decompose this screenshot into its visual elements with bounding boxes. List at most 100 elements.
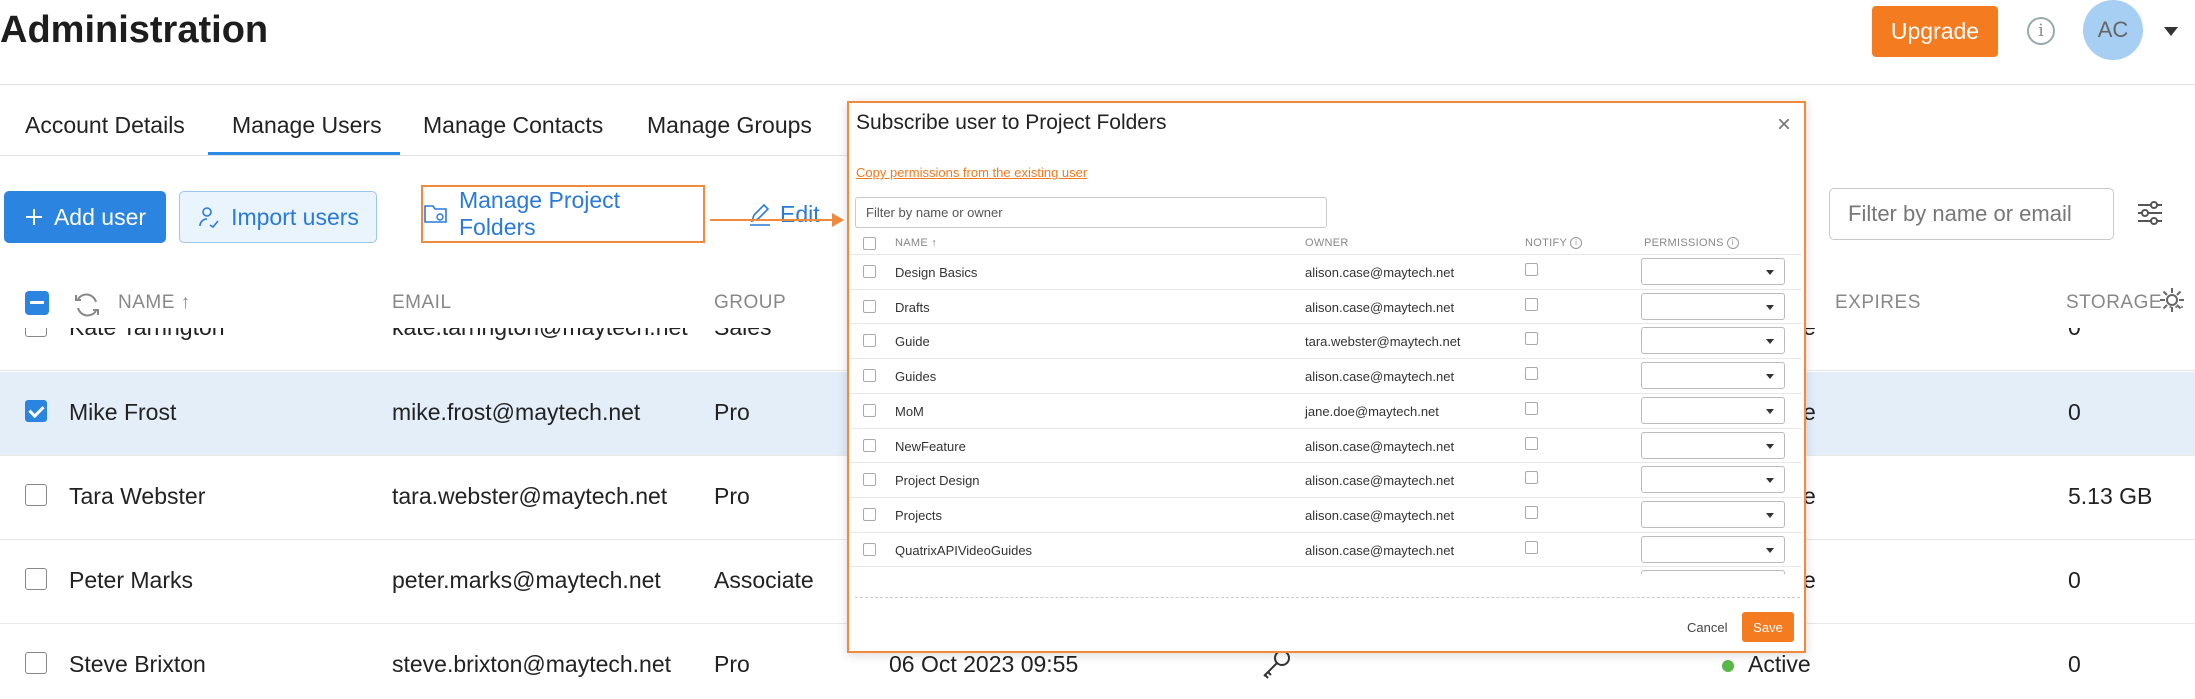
row-checkbox[interactable] [25, 484, 47, 506]
permissions-dropdown[interactable] [1641, 500, 1785, 528]
folder-checkbox[interactable] [863, 542, 876, 556]
info-icon[interactable]: i [1726, 237, 1739, 249]
close-icon[interactable]: × [1777, 111, 1791, 139]
folder-row[interactable]: MoM jane.doe@maytech.net [849, 392, 1802, 428]
column-header-notify: NOTIFY i [1525, 237, 1583, 249]
folder-checkbox[interactable] [863, 369, 876, 383]
column-header-name[interactable]: NAME ↑ [895, 237, 937, 249]
sliders-icon[interactable] [2135, 198, 2165, 228]
notify-checkbox[interactable] [1525, 505, 1538, 519]
folder-row[interactable]: Guides alison.case@maytech.net [849, 358, 1802, 393]
plus-icon [25, 209, 42, 225]
user-group: Associate [714, 567, 814, 593]
row-checkbox[interactable] [25, 328, 47, 337]
user-storage: 5.13 GB [2068, 483, 2153, 509]
select-all-folders-checkbox[interactable] [863, 237, 876, 250]
folder-checkbox[interactable] [863, 334, 876, 348]
row-checkbox[interactable] [25, 652, 47, 674]
user-date: 06 Oct 2023 09:55 [889, 651, 1079, 677]
user-group: Sales [714, 328, 772, 341]
add-user-button[interactable]: Add user [4, 191, 166, 243]
info-icon[interactable]: i [1570, 237, 1583, 249]
info-icon[interactable]: i [2027, 17, 2055, 45]
permissions-header-label: PERMISSIONS [1644, 237, 1724, 249]
copy-permissions-link[interactable]: Copy permissions from the existing user [856, 165, 1087, 180]
folder-row[interactable]: QuatrixAPIVideoGuides alison.case@maytec… [849, 531, 1802, 567]
folder-checkbox[interactable] [863, 299, 876, 313]
notify-checkbox[interactable] [1525, 471, 1538, 485]
gear-icon[interactable] [2157, 285, 2187, 315]
folder-row[interactable]: NewFeature alison.case@maytech.net [849, 427, 1802, 463]
column-header-expires[interactable]: EXPIRES [1835, 292, 1921, 314]
folder-row[interactable]: Projects alison.case@maytech.net [849, 496, 1802, 532]
tab-manage-groups[interactable]: Manage Groups [647, 112, 812, 139]
folder-owner: alison.case@maytech.net [1305, 473, 1455, 489]
column-header-owner: OWNER [1305, 237, 1349, 249]
permissions-dropdown[interactable] [1641, 535, 1785, 563]
permissions-dropdown[interactable] [1641, 466, 1785, 494]
folder-name: Guides [895, 369, 937, 385]
notify-checkbox[interactable] [1525, 436, 1538, 450]
permissions-dropdown[interactable] [1641, 396, 1785, 424]
permissions-dropdown[interactable] [1641, 292, 1785, 320]
save-button[interactable]: Save [1742, 612, 1794, 642]
row-checkbox[interactable] [25, 568, 47, 590]
user-name: Peter Marks [69, 567, 193, 593]
folder-name: Design Basics [895, 265, 978, 280]
folder-checkbox[interactable] [863, 438, 876, 452]
folder-row[interactable]: Drafts alison.case@maytech.net [849, 288, 1802, 324]
permissions-dropdown[interactable] [1641, 327, 1785, 355]
upgrade-button[interactable]: Upgrade [1872, 6, 1998, 57]
filter-users-input[interactable] [1829, 188, 2114, 240]
column-header-permissions: PERMISSIONS i [1644, 237, 1739, 249]
manage-project-folders-button[interactable]: Manage Project Folders [421, 185, 705, 243]
row-checkbox[interactable] [25, 400, 47, 422]
permissions-dropdown[interactable] [1641, 431, 1785, 459]
cancel-button[interactable]: Cancel [1687, 620, 1727, 635]
user-storage: 0 [2068, 567, 2081, 593]
folder-row[interactable]: Project Design alison.case@maytech.net [849, 462, 1802, 497]
filter-folders-input[interactable] [855, 197, 1327, 228]
user-email: kate.tarrington@maytech.net [392, 328, 688, 341]
column-header-group[interactable]: GROUP [714, 292, 786, 314]
subscribe-folders-dialog: Subscribe user to Project Folders × Copy… [847, 101, 1806, 653]
column-header-name[interactable]: NAME ↑ [118, 292, 191, 314]
notify-checkbox[interactable] [1525, 332, 1538, 346]
tab-manage-users[interactable]: Manage Users [232, 112, 382, 139]
tab-manage-contacts[interactable]: Manage Contacts [423, 112, 603, 139]
edit-button[interactable]: Edit [748, 201, 820, 228]
folder-owner: alison.case@maytech.net [1305, 507, 1455, 523]
avatar[interactable]: AC [2083, 0, 2143, 60]
pencil-icon [750, 203, 770, 226]
permissions-dropdown[interactable] [1641, 362, 1785, 390]
select-all-checkbox[interactable] [25, 291, 49, 315]
tab-account-details[interactable]: Account Details [25, 112, 185, 139]
column-header-email[interactable]: EMAIL [392, 292, 452, 314]
folder-row[interactable]: Guide tara.webster@maytech.net [849, 323, 1802, 358]
user-storage: 0 [2068, 399, 2081, 425]
notify-checkbox[interactable] [1525, 401, 1538, 415]
chevron-down-icon[interactable] [2164, 27, 2178, 36]
notify-checkbox[interactable] [1525, 263, 1538, 276]
import-users-label: Import users [231, 203, 359, 230]
import-users-button[interactable]: Import users [179, 191, 377, 243]
annotation-arrow [710, 219, 835, 221]
notify-checkbox[interactable] [1525, 297, 1538, 311]
notify-checkbox[interactable] [1525, 540, 1538, 554]
folder-checkbox[interactable] [863, 473, 876, 487]
folder-owner: jane.doe@maytech.net [1305, 403, 1439, 419]
refresh-icon[interactable] [72, 290, 102, 320]
folder-row[interactable]: Design Basics alison.case@maytech.net [849, 254, 1802, 289]
folder-checkbox[interactable] [863, 507, 876, 521]
folder-checkbox[interactable] [863, 403, 876, 417]
user-name: Mike Frost [69, 399, 177, 425]
folder-checkbox[interactable] [863, 265, 876, 278]
folder-owner: tara.webster@maytech.net [1305, 334, 1461, 350]
permissions-dropdown[interactable] [1641, 570, 1785, 574]
folder-owner: alison.case@maytech.net [1305, 299, 1455, 315]
user-group: Pro [714, 483, 750, 509]
notify-checkbox[interactable] [1525, 367, 1538, 381]
user-name: Steve Brixton [69, 651, 206, 677]
folder-name: Guide [895, 334, 930, 350]
permissions-dropdown[interactable] [1641, 258, 1785, 285]
